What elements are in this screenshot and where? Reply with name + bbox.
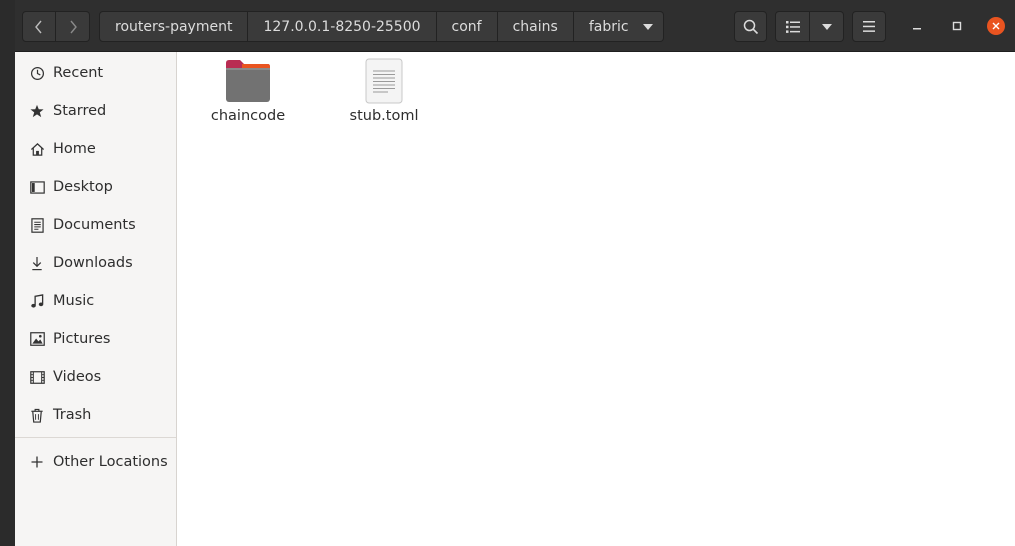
file-name: chaincode — [210, 108, 286, 124]
list-view-icon — [785, 20, 800, 33]
video-icon — [29, 369, 45, 385]
breadcrumb-item-current[interactable]: fabric — [573, 11, 664, 42]
folder-icon — [226, 60, 270, 102]
text-file-icon — [365, 58, 403, 104]
search-icon — [743, 19, 758, 34]
search-button[interactable] — [734, 11, 767, 42]
trash-icon — [29, 407, 45, 423]
chevron-left-icon — [35, 20, 42, 33]
breadcrumb-item[interactable]: chains — [497, 11, 574, 42]
sidebar-item-pictures[interactable]: Pictures — [15, 320, 176, 358]
main-menu-button[interactable] — [852, 11, 886, 42]
breadcrumb-label: conf — [451, 18, 482, 35]
caret-down-icon — [821, 23, 832, 30]
breadcrumb-item[interactable]: 127.0.0.1-8250-25500 — [248, 11, 437, 42]
sidebar-item-starred[interactable]: Starred — [15, 92, 176, 130]
sidebar-item-label: Videos — [53, 369, 102, 385]
picture-icon — [29, 331, 45, 347]
sidebar-item-other-locations[interactable]: Other Locations — [15, 443, 176, 481]
file-name: stub.toml — [349, 108, 419, 124]
file-item-folder[interactable]: chaincode — [193, 58, 303, 124]
close-button[interactable] — [987, 17, 1005, 35]
sidebar-item-trash[interactable]: Trash — [15, 396, 176, 434]
sidebar-item-label: Desktop — [53, 179, 113, 195]
list-view-button[interactable] — [775, 11, 810, 42]
sidebar-item-label: Recent — [53, 65, 104, 81]
sidebar-item-videos[interactable]: Videos — [15, 358, 176, 396]
sidebar-item-label: Trash — [53, 407, 92, 423]
plus-icon — [29, 454, 45, 470]
sidebar-item-downloads[interactable]: Downloads — [15, 244, 176, 282]
sidebar-item-label: Pictures — [53, 331, 111, 347]
nav-buttons — [22, 11, 90, 42]
document-icon — [29, 217, 45, 233]
header-bar: routers-payment 127.0.0.1-8250-25500 con… — [15, 0, 1015, 52]
clock-icon — [29, 65, 45, 81]
sidebar: Recent Starred Home Desktop Documents Do… — [15, 52, 177, 546]
sidebar-item-desktop[interactable]: Desktop — [15, 168, 176, 206]
sidebar-item-recent[interactable]: Recent — [15, 54, 176, 92]
close-icon — [992, 22, 1000, 30]
star-icon — [29, 103, 45, 119]
sidebar-item-label: Documents — [53, 217, 136, 233]
sidebar-item-label: Starred — [53, 103, 107, 119]
file-manager-window: routers-payment 127.0.0.1-8250-25500 con… — [15, 0, 1015, 546]
caret-down-icon — [642, 23, 653, 30]
file-item-text[interactable]: stub.toml — [329, 58, 439, 124]
sidebar-item-documents[interactable]: Documents — [15, 206, 176, 244]
breadcrumb-label: 127.0.0.1-8250-25500 — [263, 18, 421, 35]
sidebar-item-music[interactable]: Music — [15, 282, 176, 320]
sidebar-item-label: Music — [53, 293, 95, 309]
minimize-icon — [913, 28, 921, 30]
maximize-button[interactable] — [947, 16, 967, 36]
breadcrumb-label: fabric — [588, 18, 629, 35]
breadcrumb-label: chains — [512, 18, 558, 35]
sidebar-divider — [15, 437, 176, 438]
sidebar-item-label: Downloads — [53, 255, 133, 271]
desktop-icon — [29, 179, 45, 195]
sidebar-item-label: Home — [53, 141, 96, 157]
breadcrumb-item[interactable]: routers-payment — [99, 11, 249, 42]
view-options-dropdown[interactable] — [810, 11, 844, 42]
breadcrumb-label: routers-payment — [115, 18, 233, 35]
music-icon — [29, 293, 45, 309]
minimize-button[interactable] — [907, 16, 927, 36]
chevron-right-icon — [69, 20, 77, 33]
view-options — [775, 11, 844, 42]
forward-button[interactable] — [56, 11, 90, 42]
maximize-icon — [952, 21, 962, 31]
breadcrumb-item[interactable]: conf — [436, 11, 498, 42]
breadcrumb: routers-payment 127.0.0.1-8250-25500 con… — [99, 11, 664, 42]
sidebar-item-label: Other Locations — [53, 454, 168, 470]
home-icon — [29, 141, 45, 157]
download-icon — [29, 255, 45, 271]
file-view: chaincode stub.toml — [177, 52, 1015, 546]
back-button[interactable] — [22, 11, 56, 42]
sidebar-item-home[interactable]: Home — [15, 130, 176, 168]
hamburger-menu-icon — [863, 21, 875, 32]
